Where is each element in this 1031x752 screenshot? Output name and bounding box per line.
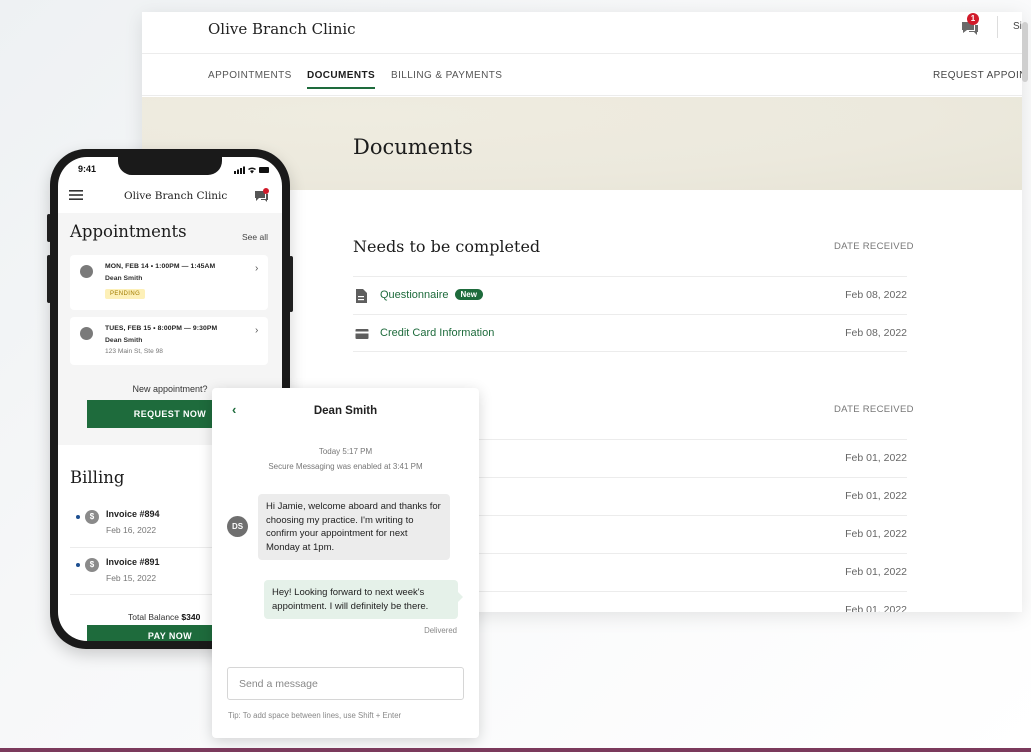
appointment-time: MON, FEB 14 • 1:00PM — 1:45AM [105, 263, 216, 270]
section-title: Needs to be completed [353, 237, 541, 256]
video-icon [80, 265, 93, 278]
document-date: Feb 01, 2022 [845, 604, 907, 612]
notification-count-badge: 1 [967, 13, 979, 25]
credit-card-icon [355, 329, 369, 339]
document-date: Feb 01, 2022 [845, 452, 907, 464]
nav-billing-payments[interactable]: BILLING & PAYMENTS [391, 70, 502, 81]
appointments-title: Appointments [70, 222, 187, 241]
page-title: Documents [353, 135, 473, 159]
phone-notch [118, 157, 222, 175]
incoming-message: Hi Jamie, welcome aboard and thanks for … [258, 494, 450, 560]
hamburger-menu-icon[interactable] [69, 189, 83, 201]
document-date: Feb 08, 2022 [845, 289, 907, 301]
message-input[interactable] [227, 667, 464, 700]
document-row[interactable]: Credit Card Information Feb 08, 2022 [353, 314, 907, 352]
invoice-name: Invoice #891 [106, 557, 160, 567]
appointment-time: TUES, FEB 15 • 8:00PM — 9:30PM [105, 325, 218, 332]
unread-dot [76, 563, 80, 567]
nav-appointments[interactable]: APPOINTMENTS [208, 70, 292, 81]
document-date: Feb 08, 2022 [845, 327, 907, 339]
clinic-logo-name[interactable]: Olive Branch Clinic [208, 20, 356, 38]
document-date: Feb 01, 2022 [845, 528, 907, 540]
document-date: Feb 01, 2022 [845, 490, 907, 502]
appointment-provider: Dean Smith [105, 337, 143, 344]
bottom-accent-bar [0, 748, 1031, 752]
location-icon [80, 327, 93, 340]
request-appointment-link[interactable]: REQUEST APPOINT [933, 70, 1022, 81]
invoice-date: Feb 15, 2022 [106, 573, 157, 583]
invoice-name: Invoice #894 [106, 509, 160, 519]
status-icons [234, 166, 269, 174]
appointment-address: 123 Main St, Ste 98 [105, 348, 163, 355]
main-nav: APPOINTMENTS DOCUMENTS BILLING & PAYMENT… [142, 55, 1022, 96]
delivered-status: Delivered [424, 626, 457, 635]
total-balance-amount: $340 [181, 612, 201, 622]
document-name[interactable]: Credit Card Information [380, 327, 494, 339]
chevron-right-icon: › [255, 325, 259, 336]
chat-panel: ‹ Dean Smith Today 5:17 PM Secure Messag… [212, 388, 479, 738]
system-message: Secure Messaging was enabled at 3:41 PM [268, 462, 423, 471]
sign-out-link[interactable]: Si [1013, 21, 1022, 32]
total-balance: Total Balance $340 [128, 612, 201, 622]
pending-badge: PENDING [105, 289, 146, 299]
status-time: 9:41 [78, 164, 97, 174]
chevron-right-icon: › [255, 263, 259, 274]
document-name[interactable]: Questionnaire New [380, 289, 483, 301]
input-tip: Tip: To add space between lines, use Shi… [228, 711, 402, 720]
appointment-item[interactable]: MON, FEB 14 • 1:00PM — 1:45AM Dean Smith… [70, 255, 268, 310]
date-received-header: DATE RECEIVED [834, 404, 914, 415]
document-icon [356, 289, 367, 303]
billing-title: Billing [70, 468, 125, 487]
new-badge: New [454, 289, 483, 300]
appointment-provider: Dean Smith [105, 275, 143, 282]
top-bar: Olive Branch Clinic 1 Si [142, 12, 1022, 54]
avatar: DS [227, 516, 248, 537]
date-received-header: DATE RECEIVED [834, 241, 914, 252]
divider [997, 16, 998, 38]
dollar-icon: $ [85, 558, 99, 572]
document-date: Feb 01, 2022 [845, 566, 907, 578]
invoice-date: Feb 16, 2022 [106, 525, 157, 535]
chat-timestamp: Today 5:17 PM [318, 447, 373, 456]
chat-contact-name: Dean Smith [313, 405, 378, 417]
scrollbar[interactable] [1022, 22, 1028, 82]
phone-clinic-name: Olive Branch Clinic [124, 190, 228, 202]
unread-dot [76, 515, 80, 519]
dollar-icon: $ [85, 510, 99, 524]
appointment-item[interactable]: TUES, FEB 15 • 8:00PM — 9:30PM Dean Smit… [70, 317, 268, 365]
nav-documents[interactable]: DOCUMENTS [307, 70, 376, 89]
document-row[interactable]: Questionnaire New Feb 08, 2022 [353, 276, 907, 314]
outgoing-message: Hey! Looking forward to next week's appo… [264, 580, 463, 619]
messages-icon[interactable] [254, 187, 270, 203]
see-all-link[interactable]: See all [242, 232, 268, 242]
